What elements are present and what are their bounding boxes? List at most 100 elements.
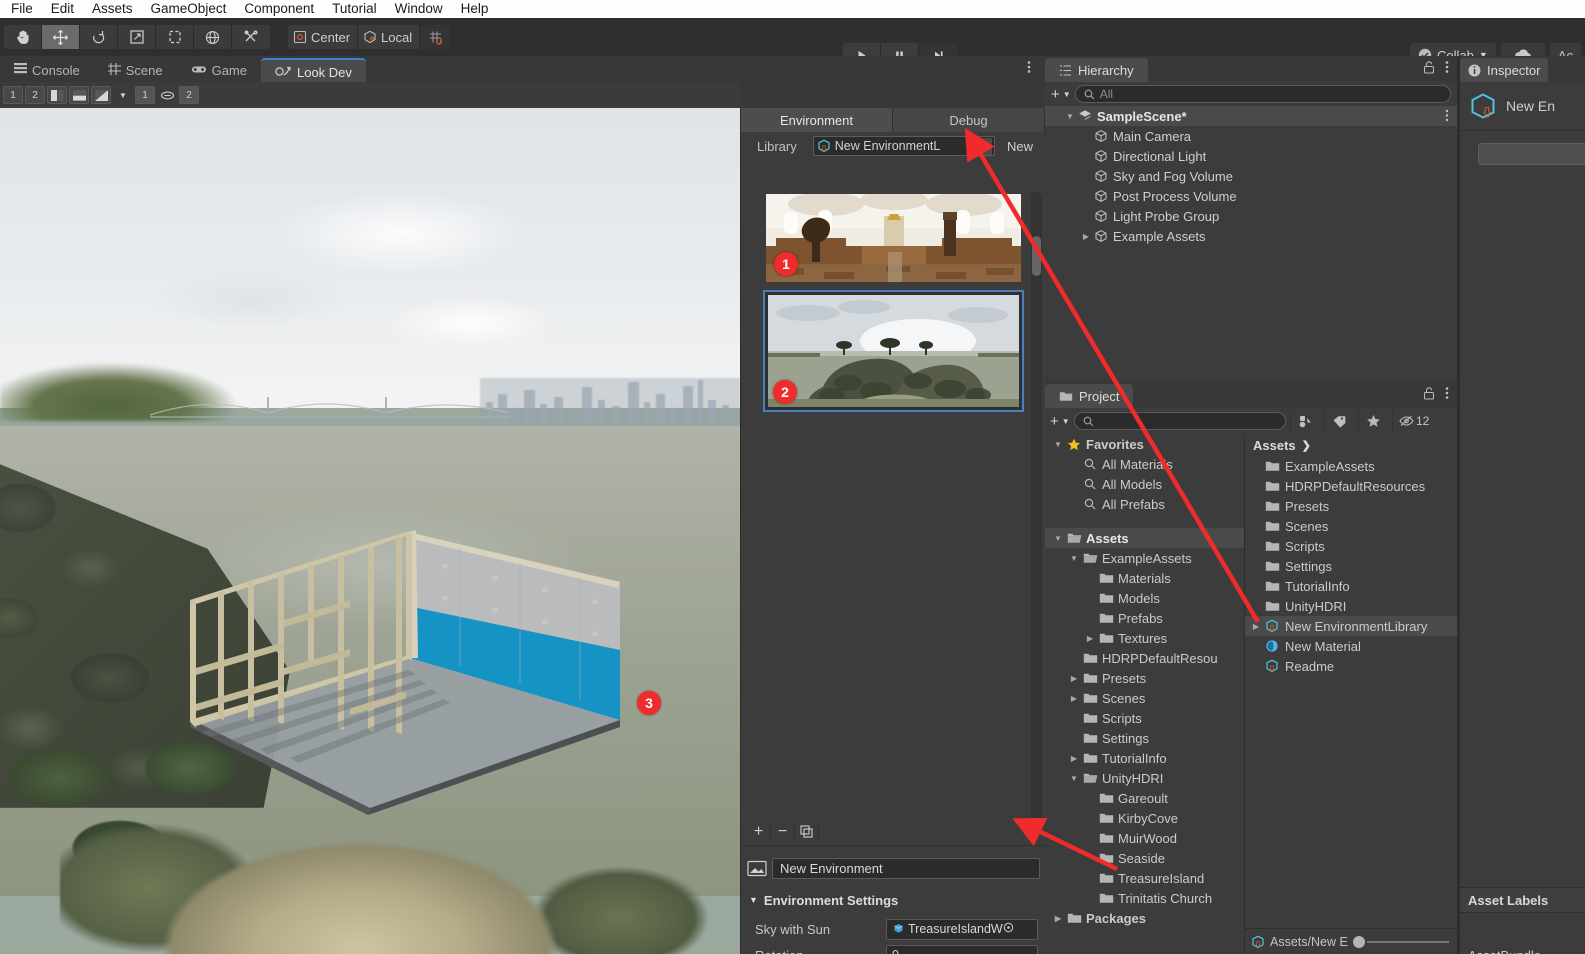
project-tree-item[interactable]: ▼ ExampleAssets xyxy=(1045,548,1244,568)
expand-arrow-down-icon[interactable]: ▼ xyxy=(1067,774,1081,783)
tab-environment[interactable]: Environment xyxy=(741,108,893,132)
expand-arrow-right-icon[interactable]: ▶ xyxy=(1067,674,1081,683)
project-tree-item[interactable]: TreasureIsland xyxy=(1045,868,1244,888)
project-content-item[interactable]: UnityHDRI xyxy=(1245,596,1457,616)
project-content-item[interactable]: New Material xyxy=(1245,636,1457,656)
duplicate-environment-button[interactable] xyxy=(795,820,819,843)
expand-arrow-right-icon[interactable]: ▶ xyxy=(1249,622,1263,631)
tab-console[interactable]: Console xyxy=(0,58,94,82)
sky-object-picker-button[interactable] xyxy=(1003,922,1014,936)
move-tool-button[interactable] xyxy=(42,25,80,49)
tab-debug[interactable]: Debug xyxy=(893,108,1045,132)
menu-item-window[interactable]: Window xyxy=(386,0,452,18)
project-tree-item[interactable]: All Prefabs xyxy=(1045,494,1244,514)
pivot-mode-button[interactable]: Center xyxy=(288,25,359,49)
compare-slot-2-button[interactable]: 2 xyxy=(179,86,199,104)
project-content-item[interactable]: Settings xyxy=(1245,556,1457,576)
environment-list-scrollbar[interactable] xyxy=(1031,192,1042,832)
lock-icon[interactable] xyxy=(1423,386,1435,403)
project-tree-item[interactable]: HDRPDefaultResou xyxy=(1045,648,1244,668)
project-tree-item[interactable]: Prefabs xyxy=(1045,608,1244,628)
project-tree-item[interactable]: ▶ Presets xyxy=(1045,668,1244,688)
rotation-field[interactable]: 0 xyxy=(886,944,1038,954)
project-content-item[interactable]: TutorialInfo xyxy=(1245,576,1457,596)
asset-labels-header[interactable]: Asset Labels xyxy=(1460,887,1585,913)
hierarchy-row[interactable]: Main Camera xyxy=(1045,126,1457,146)
tab-scene[interactable]: Scene xyxy=(94,58,177,82)
project-tree-item[interactable]: ▼ Assets xyxy=(1045,528,1244,548)
project-tree-item[interactable]: ▶ Packages xyxy=(1045,908,1244,928)
hidden-assets-count[interactable]: 12 xyxy=(1391,411,1436,431)
hierarchy-add-button[interactable]: + ▼ xyxy=(1051,86,1071,103)
project-tree-item[interactable]: ▶ TutorialInfo xyxy=(1045,748,1244,768)
environment-item-2[interactable]: 2 xyxy=(763,290,1024,412)
project-tree-item[interactable]: ▶ Scenes xyxy=(1045,688,1244,708)
tab-inspector[interactable]: Inspector xyxy=(1460,58,1549,82)
menu-item-component[interactable]: Component xyxy=(235,0,323,18)
menu-item-assets[interactable]: Assets xyxy=(83,0,142,18)
scene-kebab-icon[interactable] xyxy=(1445,109,1449,125)
project-tree-item[interactable]: Seaside xyxy=(1045,848,1244,868)
hierarchy-row[interactable]: Light Probe Group xyxy=(1045,206,1457,226)
grid-snapping-button[interactable] xyxy=(420,25,453,49)
kebab-menu-icon[interactable] xyxy=(1445,60,1449,77)
project-tree-item[interactable]: Gareoult xyxy=(1045,788,1244,808)
inspector-object-field[interactable] xyxy=(1478,143,1585,165)
lock-icon[interactable] xyxy=(1423,60,1435,77)
rect-tool-button[interactable] xyxy=(156,25,194,49)
transform-tool-button[interactable] xyxy=(194,25,232,49)
hierarchy-row[interactable]: ▶ Example Assets xyxy=(1045,226,1457,246)
project-search-input[interactable] xyxy=(1073,412,1286,430)
project-tree-item[interactable]: All Models xyxy=(1045,474,1244,494)
project-tree-item[interactable]: ▶ Textures xyxy=(1045,628,1244,648)
environment-settings-header[interactable]: ▼ Environment Settings xyxy=(741,890,1046,910)
assetbundle-row[interactable]: AssetBundle xyxy=(1460,942,1585,954)
project-zoom-slider[interactable] xyxy=(1352,935,1457,949)
rotate-tool-button[interactable] xyxy=(80,25,118,49)
menu-item-gameobject[interactable]: GameObject xyxy=(142,0,236,18)
menu-item-help[interactable]: Help xyxy=(452,0,498,18)
add-environment-button[interactable]: + xyxy=(747,820,771,843)
space-mode-button[interactable]: Local xyxy=(358,25,421,49)
expand-arrow-right-icon[interactable]: ▶ xyxy=(1067,694,1081,703)
expand-arrow-right-icon[interactable]: ▶ xyxy=(1079,232,1093,241)
tab-hierarchy[interactable]: Hierarchy xyxy=(1045,58,1148,82)
environment-library-field[interactable]: {} New EnvironmentL xyxy=(812,136,995,156)
breadcrumb-root[interactable]: Assets xyxy=(1253,438,1296,453)
hierarchy-row[interactable]: Sky and Fog Volume xyxy=(1045,166,1457,186)
project-tree-item[interactable]: Models xyxy=(1045,588,1244,608)
project-tree-item[interactable]: MuirWood xyxy=(1045,828,1244,848)
menu-item-tutorial[interactable]: Tutorial xyxy=(323,0,386,18)
project-tree-item[interactable]: Settings xyxy=(1045,728,1244,748)
menu-item-edit[interactable]: Edit xyxy=(42,0,83,18)
view-split-vertical-button[interactable] xyxy=(47,86,67,104)
project-content-item[interactable]: {} Readme xyxy=(1245,656,1457,676)
filter-by-type-button[interactable] xyxy=(1289,411,1320,431)
expand-arrow-right-icon[interactable]: ▶ xyxy=(1051,914,1065,923)
object-picker-button[interactable] xyxy=(975,137,992,155)
tab-look-dev[interactable]: Look Dev xyxy=(260,58,366,82)
expand-arrow-right-icon[interactable]: ▶ xyxy=(1083,634,1097,643)
expand-arrow-down-icon[interactable]: ▼ xyxy=(1063,112,1077,121)
expand-arrow-down-icon[interactable]: ▼ xyxy=(1067,554,1081,563)
project-content-item[interactable]: HDRPDefaultResources xyxy=(1245,476,1457,496)
project-content-item[interactable]: Scenes xyxy=(1245,516,1457,536)
hierarchy-row[interactable]: Post Process Volume xyxy=(1045,186,1457,206)
project-tree-item[interactable]: All Materials xyxy=(1045,454,1244,474)
custom-editor-tool-button[interactable] xyxy=(232,25,270,49)
view-single-2-button[interactable]: 2 xyxy=(25,86,45,104)
filter-by-favorite-button[interactable] xyxy=(1357,411,1388,431)
tab-project[interactable]: Project xyxy=(1045,384,1134,408)
hand-tool-button[interactable] xyxy=(4,25,42,49)
kebab-menu-icon[interactable] xyxy=(1445,386,1449,403)
project-tree-item[interactable]: KirbyCove xyxy=(1045,808,1244,828)
sky-with-sun-field[interactable]: TreasureIslandW xyxy=(886,918,1038,940)
environment-item-1[interactable]: 1 xyxy=(766,194,1021,282)
hierarchy-row[interactable]: Directional Light xyxy=(1045,146,1457,166)
hierarchy-search-input[interactable]: All xyxy=(1074,85,1451,103)
environment-name-field[interactable]: New Environment xyxy=(772,857,1040,879)
view-split-diagonal-button[interactable] xyxy=(91,86,111,104)
project-tree-item[interactable]: Trinitatis Church xyxy=(1045,888,1244,908)
expand-arrow-down-icon[interactable]: ▼ xyxy=(1051,534,1065,543)
project-tree-item[interactable]: Scripts xyxy=(1045,708,1244,728)
